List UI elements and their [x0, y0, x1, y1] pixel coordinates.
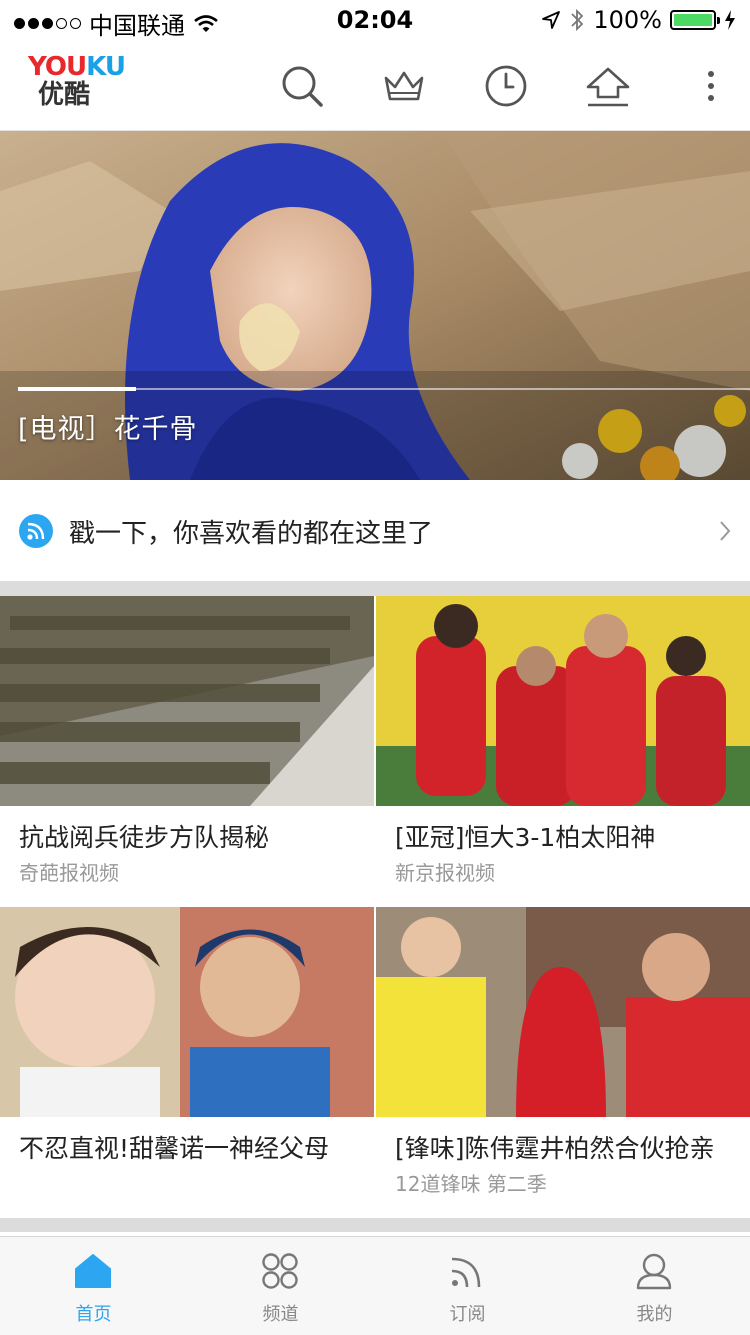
battery-icon	[670, 10, 720, 30]
video-thumbnail	[0, 907, 374, 1117]
carousel-indicator	[18, 387, 750, 391]
logo-text-en: YOUKU	[28, 52, 126, 82]
history-clock-icon[interactable]	[483, 63, 529, 109]
status-bar: 中国联通 02:04 100%	[0, 0, 750, 40]
video-source: 奇葩报视频	[19, 861, 119, 885]
video-source: 12道锋味 第二季	[395, 1172, 547, 1196]
tab-channels[interactable]: 频道	[187, 1237, 374, 1335]
tab-label: 订阅	[449, 1304, 486, 1325]
rss-icon	[19, 514, 53, 548]
youku-logo[interactable]: YOUKU 优酷	[28, 52, 126, 110]
profile-user-icon	[636, 1253, 672, 1290]
section-divider	[0, 1218, 750, 1232]
status-right: 100%	[541, 6, 736, 34]
recommend-banner[interactable]: 戳一下，你喜欢看的都在这里了	[0, 481, 750, 581]
video-card[interactable]: 不忍直视!甜馨诺一神经父母	[0, 907, 374, 1218]
crown-icon[interactable]	[381, 63, 427, 109]
bluetooth-icon	[571, 8, 584, 32]
recommend-text: 戳一下，你喜欢看的都在这里了	[69, 518, 434, 549]
battery-percent: 100%	[593, 6, 662, 34]
tab-home[interactable]: 首页	[0, 1237, 187, 1335]
subscribe-rss-icon	[451, 1257, 481, 1288]
hero-caption: [电视］花千骨	[18, 414, 198, 445]
video-card[interactable]: 抗战阅兵徒步方队揭秘 奇葩报视频	[0, 596, 374, 907]
tab-label: 首页	[75, 1304, 112, 1325]
search-icon[interactable]	[279, 63, 325, 109]
bottom-tab-bar: 首页 频道 订阅 我的	[0, 1236, 750, 1335]
section-divider	[0, 581, 750, 596]
video-card[interactable]: [亚冠]恒大3-1柏太阳神 新京报视频	[376, 596, 750, 907]
upload-icon[interactable]	[585, 63, 631, 109]
video-title: [锋味]陈伟霆井柏然合伙抢亲	[395, 1134, 715, 1163]
charging-bolt-icon	[725, 10, 735, 30]
channels-grid-icon	[262, 1253, 298, 1289]
video-title: 不忍直视!甜馨诺一神经父母	[19, 1134, 330, 1163]
video-title: 抗战阅兵徒步方队揭秘	[19, 823, 270, 852]
video-source: 新京报视频	[395, 861, 495, 885]
tab-label: 我的	[636, 1304, 673, 1325]
hero-banner[interactable]: [电视］花千骨	[0, 131, 750, 480]
video-thumbnail	[376, 907, 750, 1117]
video-thumbnail	[376, 596, 750, 806]
tab-profile[interactable]: 我的	[561, 1237, 748, 1335]
video-thumbnail	[0, 596, 374, 806]
top-nav-bar: YOUKU 优酷	[0, 40, 750, 131]
video-card[interactable]: [锋味]陈伟霆井柏然合伙抢亲 12道锋味 第二季	[376, 907, 750, 1218]
chevron-right-icon	[720, 521, 731, 541]
home-icon	[75, 1254, 111, 1288]
tab-subscribe[interactable]: 订阅	[374, 1237, 561, 1335]
location-arrow-icon	[542, 11, 561, 29]
tab-label: 频道	[262, 1304, 299, 1325]
logo-text-cn: 优酷	[38, 80, 91, 110]
more-vertical-icon[interactable]	[688, 63, 734, 109]
video-title: [亚冠]恒大3-1柏太阳神	[395, 823, 656, 852]
